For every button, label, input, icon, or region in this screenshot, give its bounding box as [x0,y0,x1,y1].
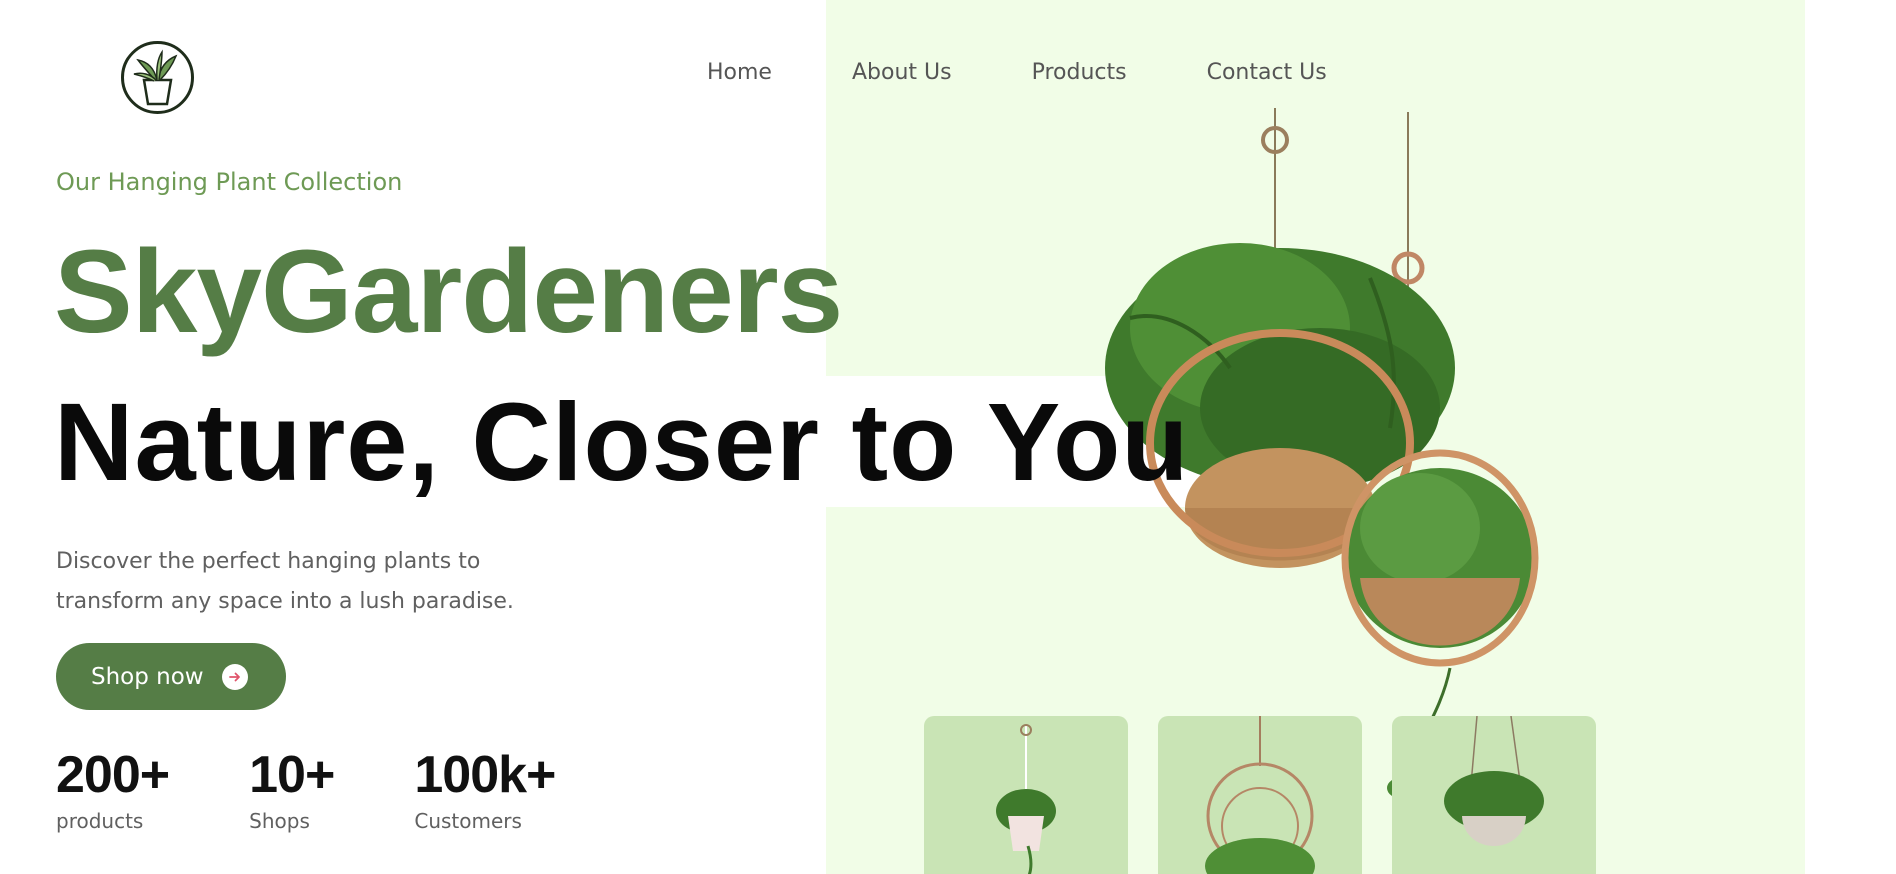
nav-item-about-us[interactable]: About Us [852,60,952,85]
basket-fern-image [1444,716,1544,846]
stat-label: Customers [414,808,522,833]
stat-shops: 10+ Shops [249,746,335,833]
stat-label: products [56,808,144,833]
product-card-ring-planter[interactable] [1158,716,1362,874]
potted-plant-logo-icon[interactable] [120,40,195,115]
shop-now-label: Shop now [91,663,204,690]
hero-description-line-2: transform any space into a lush paradise… [56,589,514,614]
nav-item-products[interactable]: Products [1032,60,1127,85]
stat-label: Shops [249,808,310,833]
main-nav: Home About Us Products Contact Us [707,60,1407,85]
stat-products: 200+ products [56,746,170,833]
stats-row: 200+ products 10+ Shops 100k+ Customers [56,748,635,833]
product-card-macrame[interactable] [924,716,1128,874]
stat-value: 10+ [249,746,335,804]
nav-item-contact-us[interactable]: Contact Us [1207,60,1327,85]
shop-now-button[interactable]: Shop now [56,643,286,710]
product-card-basket-fern[interactable] [1392,716,1596,874]
nav-item-home[interactable]: Home [707,60,772,85]
ring-planter-image [1205,716,1315,874]
stat-value: 100k+ [414,746,556,804]
hero-tagline: Nature, Closer to You [54,381,1190,504]
hero-description-line-1: Discover the perfect hanging plants to [56,549,481,574]
macrame-plant-image [996,724,1056,874]
hero-eyebrow: Our Hanging Plant Collection [56,168,403,196]
arrow-right-icon [221,663,248,690]
landing-page: Home About Us Products Contact Us Our Ha… [0,0,1896,874]
hero-description: Discover the perfect hanging plants to t… [56,542,576,622]
stat-value: 200+ [56,746,170,804]
stat-customers: 100k+ Customers [414,746,556,833]
brand-name-heading: SkyGardeners [54,226,843,358]
